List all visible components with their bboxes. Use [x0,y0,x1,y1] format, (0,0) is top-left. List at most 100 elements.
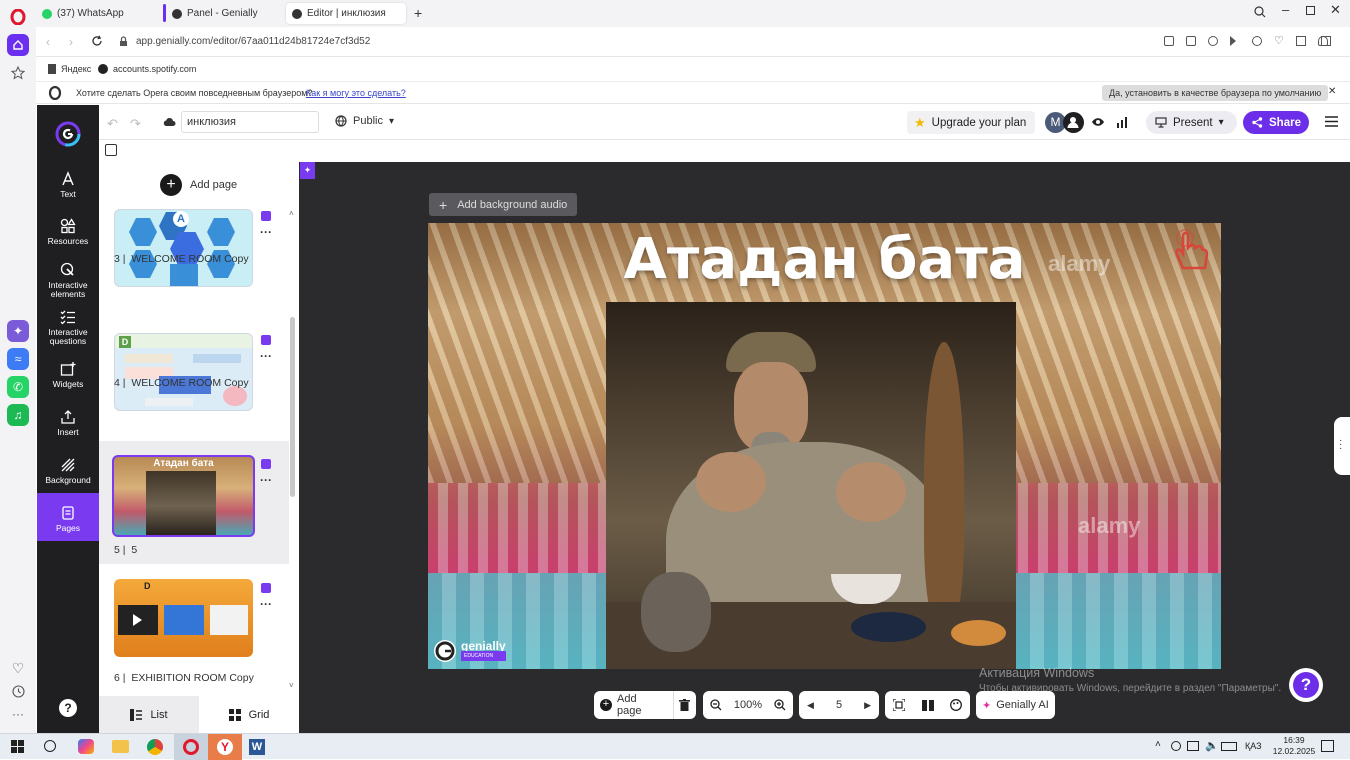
upgrade-button[interactable]: ★ Upgrade your plan [907,111,1036,134]
tab-genially-panel[interactable]: Panel - Genially [166,3,284,24]
nav-resources[interactable]: Resources [37,218,99,246]
help-button[interactable]: ? [1289,668,1323,702]
hand-pointer-icon[interactable] [1169,228,1209,274]
page-interaction-icon[interactable] [261,335,271,345]
share-button[interactable]: Share [1243,111,1309,134]
shield-icon[interactable] [1208,36,1218,46]
back-button[interactable]: ‹ [46,35,50,49]
genially-logo-icon[interactable] [55,121,81,147]
file-explorer-icon[interactable] [112,740,129,753]
next-page-icon[interactable]: ▶ [864,700,871,711]
spotify-icon[interactable]: ♫ [7,404,29,426]
language-indicator[interactable]: ҚАЗ [1245,741,1262,751]
scrollbar-thumb[interactable] [290,317,295,497]
maximize-button[interactable] [1306,6,1315,15]
extensions-icon[interactable] [1321,36,1331,46]
add-background-audio-button[interactable]: + Add background audio [429,193,578,216]
menu-icon[interactable] [1325,116,1338,127]
add-page-button[interactable]: + Add page [160,174,237,196]
more-icon[interactable]: ··· [7,703,29,725]
bookmark-yandex[interactable]: Яндекс [48,64,91,74]
undo-icon[interactable]: ↶ [107,116,118,132]
redo-icon[interactable]: ↷ [130,116,141,132]
bookmark-spotify[interactable]: accounts.spotify.com [98,64,196,74]
slide[interactable]: Атадан бата alamy alamy genially EDUCATI… [428,223,1221,669]
pin-icon[interactable]: ✦ [300,162,315,179]
elder-photo[interactable] [606,302,1016,669]
url-field[interactable]: app.genially.com/editor/67aa011d24b81724… [136,36,370,47]
opera-logo-icon[interactable] [7,6,29,28]
minimize-button[interactable]: – [1282,2,1289,17]
download-icon[interactable] [1252,36,1262,46]
reload-icon[interactable] [91,35,103,47]
network-icon[interactable] [1187,741,1199,751]
notifications-icon[interactable] [1321,740,1334,752]
scroll-up-icon[interactable]: ˄ [289,209,294,218]
view-grid-button[interactable]: Grid [199,696,299,733]
play-icon[interactable] [1230,36,1240,46]
preview-eye-icon[interactable] [1091,116,1105,128]
new-tab-button[interactable]: + [414,5,422,21]
tray-chevron-icon[interactable]: ˄ [1155,739,1161,750]
page-thumbnail[interactable]: D [114,579,253,657]
page-options-icon[interactable]: ··· [260,349,272,363]
word-icon[interactable]: W [249,739,265,755]
nav-widgets[interactable]: Widgets [37,361,99,389]
nav-background[interactable]: Background [37,457,99,485]
history-icon[interactable] [7,680,29,702]
tab-whatsapp[interactable]: (37) WhatsApp [36,3,160,24]
page-options-icon[interactable]: ··· [260,597,272,611]
forward-button[interactable]: › [69,35,73,49]
scroll-down-icon[interactable]: ˅ [289,681,294,690]
plus-icon[interactable]: + [600,699,612,711]
present-button[interactable]: Present ▾ [1146,111,1237,134]
stats-icon[interactable] [1116,116,1128,128]
fit-screen-icon[interactable] [893,699,905,711]
page-thumbnail[interactable]: D [114,333,253,411]
set-default-button[interactable]: Да, установить в качестве браузера по ум… [1102,85,1329,101]
whatsapp-icon[interactable]: ✆ [7,376,29,398]
aria-icon[interactable]: ✦ [7,320,29,342]
genially-ai-button[interactable]: ✦ Genially AI [976,691,1055,719]
prev-page-icon[interactable]: ◀ [807,700,814,711]
nav-interactive-questions[interactable]: Interactive questions [37,309,99,346]
heart-icon[interactable]: ♡ [1274,36,1284,47]
messenger-icon[interactable]: ≈ [7,348,29,370]
close-window-button[interactable]: ✕ [1330,2,1341,18]
columns-icon[interactable] [921,699,934,711]
right-panel-handle[interactable]: · · · [1334,417,1350,475]
visibility-dropdown[interactable]: Public ▾ [335,115,394,127]
heart-icon[interactable]: ♡ [7,657,29,679]
trash-icon[interactable] [679,699,690,711]
close-notice-button[interactable]: ✕ [1328,86,1336,97]
nav-insert[interactable]: Insert [37,409,99,437]
help-icon[interactable]: ? [59,699,77,717]
copilot-icon[interactable] [78,739,94,754]
tray-icon[interactable] [1171,741,1181,751]
camera-icon[interactable] [1186,36,1196,46]
wallet-icon[interactable] [1295,36,1306,46]
pages-scrollbar[interactable]: ˄ ˅ [289,209,297,692]
nav-pages[interactable]: Pages [37,493,99,541]
home-icon[interactable] [7,34,29,56]
search-icon[interactable] [44,740,56,752]
chrome-icon[interactable] [147,739,163,755]
nav-text[interactable]: Text [37,171,99,199]
view-list-button[interactable]: List [99,696,199,733]
zoom-out-icon[interactable] [710,699,722,711]
volume-icon[interactable]: 🔈 [1205,739,1219,752]
nav-interactive-elements[interactable]: Interactive elements [37,262,99,299]
palette-icon[interactable] [950,699,962,711]
bottom-add-page-label[interactable]: Add page [617,693,664,717]
page-options-icon[interactable]: ··· [260,225,272,239]
zoom-in-icon[interactable] [774,699,786,711]
opera-taskbar-active[interactable] [174,734,208,760]
page-interaction-icon[interactable] [261,459,271,469]
edit-icon[interactable] [1164,36,1174,46]
keyboard-icon[interactable] [1221,742,1237,751]
collaborators-icon[interactable] [1063,112,1084,133]
project-title-input[interactable]: инклюзия [181,111,319,133]
page-interaction-icon[interactable] [261,211,271,221]
windows-start-icon[interactable] [11,740,24,753]
tab-editor[interactable]: Editor | инклюзия [286,3,406,24]
